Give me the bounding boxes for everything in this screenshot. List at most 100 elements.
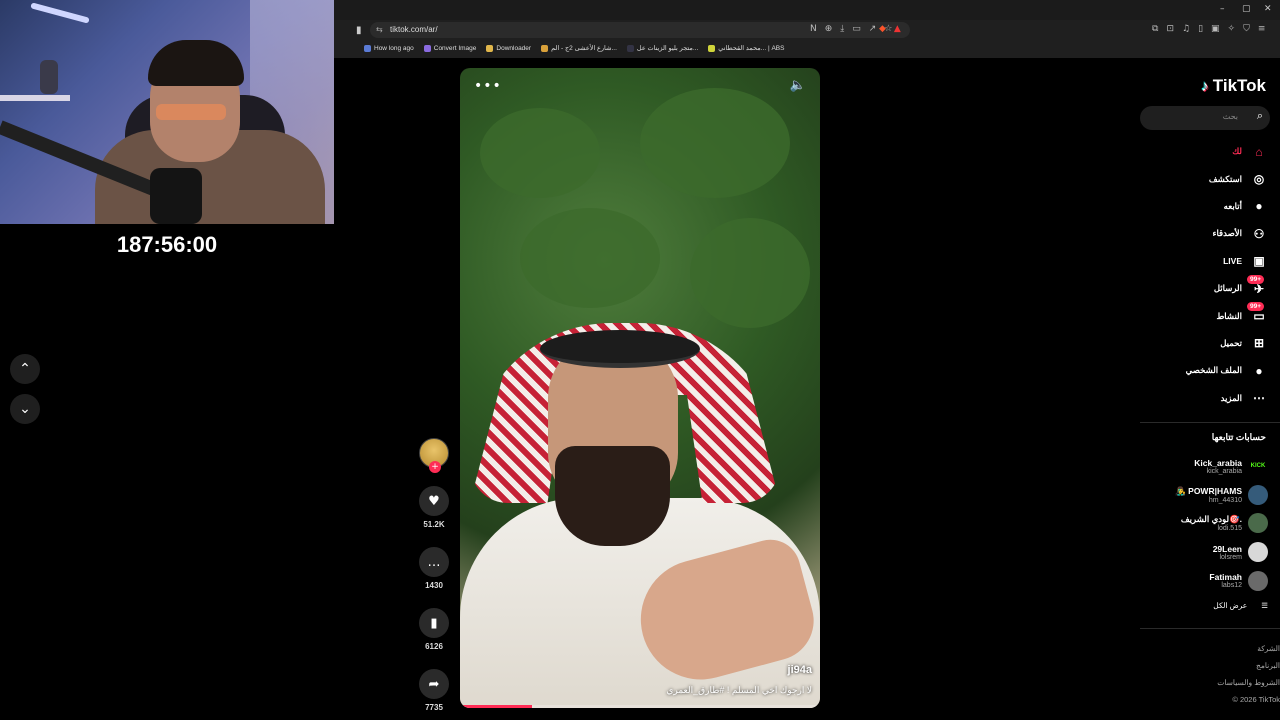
sidebar-item-4[interactable]: LIVE ▣ [1138, 248, 1268, 275]
video-progress-bar[interactable] [460, 705, 820, 708]
footer-link[interactable]: الشركة [1217, 640, 1280, 657]
sidebar-item-7[interactable]: تحميل ⊞ [1138, 330, 1268, 357]
leo-icon[interactable]: ✧ [1228, 24, 1236, 34]
next-video-button[interactable]: ⌄ [10, 394, 40, 424]
save-button[interactable]: ▮ [419, 608, 449, 638]
menu-icon[interactable]: ≡ [1258, 24, 1266, 34]
account-handle: labs12 [1221, 582, 1242, 590]
friends-icon: ⚇ [1253, 226, 1265, 241]
tiktok-logo[interactable]: ♪ TikTok [1201, 76, 1266, 96]
extensions-icon[interactable]: ⧉ [1152, 24, 1158, 34]
sidebar-item-label: LIVE [1223, 256, 1242, 267]
brave-shield-icon[interactable]: ◆ [879, 24, 886, 34]
url-text: tiktok.com/ar/ [390, 25, 438, 34]
brave-rewards-icon[interactable]: ▲ [894, 24, 901, 34]
sidebar-item-8[interactable]: الملف الشخصي ● [1138, 357, 1268, 384]
account-avatar [1248, 484, 1268, 505]
minimize-icon[interactable]: – [1220, 4, 1225, 14]
search-input[interactable]: بحث ⌕ [1140, 106, 1270, 130]
home-icon: ⌂ [1255, 144, 1263, 159]
search-icon[interactable]: ⌕ [1257, 110, 1263, 123]
account-name: لودي الشريف🎯. [1180, 514, 1242, 525]
site-info-icon: ⇆ [376, 25, 383, 34]
followed-account[interactable]: Kick_arabia kick_arabia KICK [1138, 452, 1268, 481]
creator-avatar[interactable]: + [419, 438, 449, 473]
previous-video-button[interactable]: ⌃ [10, 354, 40, 384]
zoom-icon[interactable]: ⊕ [825, 24, 833, 34]
bookmark-item[interactable]: Convert Image [423, 44, 476, 52]
collectible-figure [40, 60, 58, 94]
share-button[interactable]: ➦ [419, 669, 449, 699]
share-icon[interactable]: ↗ [869, 24, 877, 34]
sidebar-item-label: استكشف [1208, 173, 1242, 184]
browser-chrome: – ▢ ✕ ▮ ⇆ tiktok.com/ar/ N ⊕ ⤓ ▭ ↗ ☆ ◆ ▲… [334, 0, 1280, 58]
tinted-glasses [156, 104, 226, 120]
person-beard [555, 446, 670, 546]
cast-icon[interactable]: ▭ [852, 24, 861, 34]
bookmark-item[interactable]: Downloader [486, 44, 531, 52]
profile-avatar-icon: ● [1255, 363, 1263, 378]
bookmark-item[interactable]: How long ago [364, 44, 414, 52]
bookmark-favicon-icon [541, 44, 549, 52]
maximize-icon[interactable]: ▢ [1242, 4, 1251, 14]
live-icon: ▣ [1253, 254, 1265, 269]
volume-icon[interactable]: 🔈 [790, 78, 806, 93]
followed-account[interactable]: 👨‍🎤 POWR|HAMS hm_44310 [1138, 481, 1268, 510]
vpn-icon[interactable]: ⛉ [1243, 24, 1250, 34]
share-arrow-icon: ➦ [428, 676, 440, 692]
download-icon[interactable]: ⤓ [840, 24, 844, 34]
more-icon: ⋯ [1253, 391, 1265, 406]
account-avatar [1248, 542, 1268, 563]
translate-icon[interactable]: N [810, 24, 817, 34]
account-name: Kick_arabia [1194, 457, 1242, 468]
footer-link[interactable]: الشروط والسياسات [1217, 674, 1280, 691]
account-handle: hm_44310 [1208, 496, 1242, 504]
activity-icon: ▭ [1253, 309, 1265, 324]
notification-badge: 99+ [1246, 274, 1264, 284]
video-author[interactable]: ji94a [788, 664, 812, 676]
sidebar-item-0[interactable]: لك ⌂ [1138, 138, 1268, 165]
bookmark-icon: ▮ [430, 615, 438, 631]
sidebar-item-9[interactable]: المزيد ⋯ [1138, 385, 1268, 412]
close-icon[interactable]: ✕ [1264, 4, 1272, 14]
wallet-icon[interactable]: ▣ [1211, 24, 1220, 34]
sidebar-item-label: المزيد [1220, 392, 1242, 403]
tiktok-sidebar: ♪ TikTok بحث ⌕ لك ⌂ استكشف ◎ أتابعه ● الأصدقاء… [1140, 60, 1280, 720]
screenshot-icon[interactable]: ⊡ [1166, 24, 1174, 34]
like-button[interactable]: ♥ [419, 486, 449, 516]
footer-links: الشركة البرنامج الشروط والسياسات © 2026 Tik… [1217, 640, 1280, 708]
following-list: Kick_arabia kick_arabia KICK 👨‍🎤 POWR|HAMS h… [1138, 452, 1268, 595]
bookmark-item[interactable]: محمد القحطاني... | ABS [708, 44, 784, 52]
followed-account[interactable]: Fatimah labs12 [1138, 566, 1268, 595]
comment-button[interactable]: … [419, 547, 449, 577]
screen: 187:56:00 ⌃ ⌄ – ▢ ✕ ▮ ⇆ tiktok.com/ar/ N… [0, 0, 1280, 720]
bookmark-icon[interactable]: ▮ [356, 25, 362, 36]
sidebar-item-2[interactable]: أتابعه ● [1138, 193, 1268, 220]
account-name: 29Leen [1212, 543, 1242, 554]
bookmark-favicon-icon [708, 44, 716, 52]
sidebar-item-3[interactable]: الأصدقاء ⚇ [1138, 220, 1268, 247]
bookmark-item[interactable]: متجر بليو الزينات عل... [626, 44, 698, 52]
sidebar-icon[interactable]: ▯ [1198, 24, 1203, 34]
sidebar-item-6[interactable]: النشاط ▭ 99+ [1138, 302, 1268, 329]
more-options-icon[interactable]: ••• [474, 78, 502, 94]
account-handle: lodi.515 [1217, 525, 1242, 533]
see-all-button[interactable]: عرض الكل ☰ [1213, 601, 1268, 610]
media-icon[interactable]: ♫ [1182, 24, 1190, 34]
following-title: حسابات تتابعها [1211, 432, 1266, 442]
toolbar-icons: ⧉ ⊡ ♫ ▯ ▣ ✧ ⛉ ≡ [1152, 24, 1265, 34]
follow-plus-icon[interactable]: + [429, 461, 441, 473]
bookmark-item[interactable]: شارع الأعشى 2ج - الم... [541, 44, 617, 52]
footer-link[interactable]: البرنامج [1217, 657, 1280, 674]
divider [1140, 422, 1280, 423]
comment-count: 1430 [425, 581, 443, 590]
sidebar-item-5[interactable]: الرسائل ✈ 99+ [1138, 274, 1268, 302]
sidebar-item-1[interactable]: استكشف ◎ [1138, 165, 1268, 192]
bookmark-favicon-icon [364, 44, 371, 52]
video-caption[interactable]: لا ارجوك اخي المسلم ! #طارق_العمري [666, 685, 812, 696]
video-player[interactable]: ••• 🔈 ji94a لا ارجوك اخي المسلم ! #طارق_… [460, 68, 820, 708]
notification-badge: 99+ [1246, 302, 1264, 312]
followed-account[interactable]: لودي الشريف🎯. lodi.515 [1138, 509, 1268, 538]
sidebar-item-label: تحميل [1220, 337, 1242, 348]
followed-account[interactable]: 29Leen lolsrem [1138, 538, 1268, 567]
